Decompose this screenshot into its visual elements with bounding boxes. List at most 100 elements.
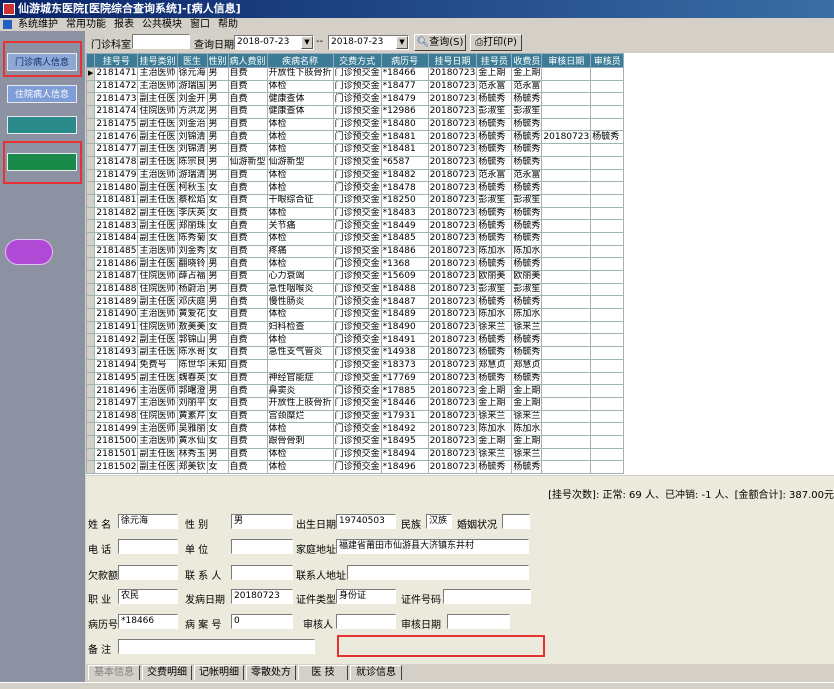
table-cell[interactable] (541, 193, 592, 208)
table-cell[interactable]: 刘锦清 (176, 130, 208, 145)
table-cell[interactable]: 主治医师 (137, 434, 178, 449)
address-field[interactable]: 福建省莆田市仙游县大济镇东井村 (336, 539, 529, 554)
table-cell[interactable]: *18449 (380, 219, 429, 233)
table-cell[interactable]: 自费 (227, 168, 268, 183)
table-cell[interactable]: 20180723 (427, 206, 478, 221)
table-cell[interactable] (541, 434, 592, 449)
table-cell[interactable]: 20180723 (427, 79, 478, 94)
table-cell[interactable]: 2181474 (94, 105, 139, 119)
table-cell[interactable]: 男 (206, 155, 229, 170)
query-button[interactable]: 🔍︎查询(S) (414, 34, 466, 51)
table-cell[interactable] (590, 231, 625, 246)
table-cell[interactable]: *18478 (380, 181, 429, 195)
table-cell[interactable]: 门诊预交金 (332, 244, 382, 259)
table-cell[interactable] (590, 206, 625, 221)
table-cell[interactable] (590, 117, 625, 132)
table-cell[interactable]: 刘锦清 (176, 143, 208, 157)
table-cell[interactable]: 杨毓秀 (476, 143, 513, 157)
table-cell[interactable]: 杨毓秀 (511, 143, 543, 157)
table-cell[interactable] (590, 333, 625, 348)
table-row[interactable]: 2181481 副主任医 蔡松焰女自费 干眼综合征 门诊预交金 *18250 2018072… (86, 193, 625, 208)
table-cell[interactable]: 自费 (227, 257, 268, 271)
table-cell[interactable]: 彭淑笙 (511, 105, 543, 119)
menu-common[interactable]: 常用功能 (62, 18, 110, 31)
table-cell[interactable]: 20180723 (427, 105, 478, 119)
table-cell[interactable]: 男 (206, 282, 229, 297)
table-cell[interactable]: 副主任医 (137, 295, 178, 310)
table-cell[interactable]: *18489 (380, 308, 429, 322)
table-cell[interactable]: 刘金治 (176, 117, 208, 132)
table-cell[interactable] (541, 460, 592, 474)
table-cell[interactable]: 杨毓秀 (511, 130, 543, 145)
table-cell[interactable]: 郑美钦 (176, 460, 208, 474)
table-cell[interactable]: 杨毓秀 (511, 181, 543, 195)
table-cell[interactable]: 门诊预交金 (332, 181, 382, 195)
table-row[interactable]: 2181475 副主任医 刘金治男自费 体检 门诊预交金 *18480 20180723 杨毓… (86, 117, 625, 132)
table-cell[interactable]: 自费 (227, 282, 268, 297)
table-cell[interactable]: 女 (206, 193, 229, 208)
table-cell[interactable] (590, 155, 625, 170)
table-cell[interactable]: 副主任医 (137, 130, 178, 145)
table-cell[interactable]: 门诊预交金 (332, 168, 382, 183)
system-menu-icon[interactable] (3, 20, 12, 29)
table-cell[interactable]: 疼痛 (266, 244, 334, 259)
table-cell[interactable] (541, 384, 592, 398)
row-indicator[interactable] (86, 384, 96, 398)
table-row[interactable]: 2181499 主治医师 吴雅丽女自费 体检 门诊预交金 *18492 20180723 陈加… (86, 422, 625, 436)
table-cell[interactable]: 主治医师 (137, 79, 178, 94)
table-cell[interactable]: 金上期 (476, 434, 513, 449)
table-cell[interactable]: 女 (206, 244, 229, 259)
table-cell[interactable]: 2181472 (94, 79, 139, 94)
table-cell[interactable]: 杨毓秀 (511, 371, 543, 386)
menu-system[interactable]: 系统维护 (14, 18, 62, 31)
table-cell[interactable]: 门诊预交金 (332, 447, 382, 462)
column-header[interactable]: 病历号 (380, 53, 429, 68)
table-cell[interactable]: 杨毓秀 (476, 181, 513, 195)
table-row[interactable]: 2181485 主治医师 刘金秀女自费 疼痛 门诊预交金 *18486 20180723 陈加… (86, 244, 625, 259)
table-cell[interactable]: 门诊预交金 (332, 219, 382, 233)
table-cell[interactable]: 自费 (227, 67, 268, 81)
table-row[interactable]: 2181493 副主任医 陈水哥女自费 急性支气管炎 门诊预交金 *14938 201807… (86, 346, 625, 360)
debt-field[interactable] (118, 565, 178, 580)
table-cell[interactable]: 徐来兰 (511, 320, 543, 335)
row-indicator[interactable] (86, 308, 96, 322)
table-cell[interactable]: *18494 (380, 447, 429, 462)
table-cell[interactable]: 门诊预交金 (332, 282, 382, 297)
menu-help[interactable]: 帮助 (214, 18, 242, 31)
table-cell[interactable]: *18486 (380, 244, 429, 259)
table-cell[interactable]: 金上期 (511, 396, 543, 411)
table-cell[interactable]: 自费 (227, 434, 268, 449)
table-cell[interactable]: 陈加水 (511, 422, 543, 436)
table-cell[interactable]: 金上期 (476, 396, 513, 411)
column-header[interactable]: 审核员 (590, 53, 625, 68)
column-header[interactable]: 病人费别 (227, 53, 268, 68)
table-cell[interactable]: 2181486 (94, 257, 139, 271)
table-cell[interactable]: 方洪龙 (176, 105, 208, 119)
table-cell[interactable]: *18479 (380, 92, 429, 107)
table-cell[interactable] (590, 105, 625, 119)
table-cell[interactable] (541, 320, 592, 335)
table-cell[interactable]: 自费 (227, 346, 268, 360)
table-cell[interactable]: 主治医师 (137, 244, 178, 259)
table-cell[interactable]: 黄水仙 (176, 434, 208, 449)
table-cell[interactable] (590, 92, 625, 107)
table-cell[interactable]: 神经官能症 (266, 371, 334, 386)
table-cell[interactable]: 体检 (266, 257, 334, 271)
table-cell[interactable]: 门诊预交金 (332, 320, 382, 335)
table-cell[interactable]: *18487 (380, 295, 429, 310)
table-cell[interactable]: 杨毓秀 (476, 371, 513, 386)
table-row[interactable]: 2181476 副主任医 刘锦清男自费 体检 门诊预交金 *18481 20180723 杨毓… (86, 130, 625, 145)
table-cell[interactable]: 仙游新型 (266, 155, 334, 170)
table-cell[interactable]: 20180723 (427, 117, 478, 132)
column-header[interactable]: 医生 (176, 53, 208, 68)
table-cell[interactable]: 2181490 (94, 308, 139, 322)
table-cell[interactable]: 门诊预交金 (332, 460, 382, 474)
table-cell[interactable]: 男 (206, 333, 229, 348)
table-cell[interactable]: 杨毓秀 (476, 155, 513, 170)
table-cell[interactable]: 20180723 (427, 434, 478, 449)
table-cell[interactable]: 陈水哥 (176, 346, 208, 360)
table-cell[interactable] (541, 244, 592, 259)
table-cell[interactable]: 门诊预交金 (332, 257, 382, 271)
table-cell[interactable]: 杨毓秀 (511, 333, 543, 348)
table-cell[interactable]: *18482 (380, 168, 429, 183)
